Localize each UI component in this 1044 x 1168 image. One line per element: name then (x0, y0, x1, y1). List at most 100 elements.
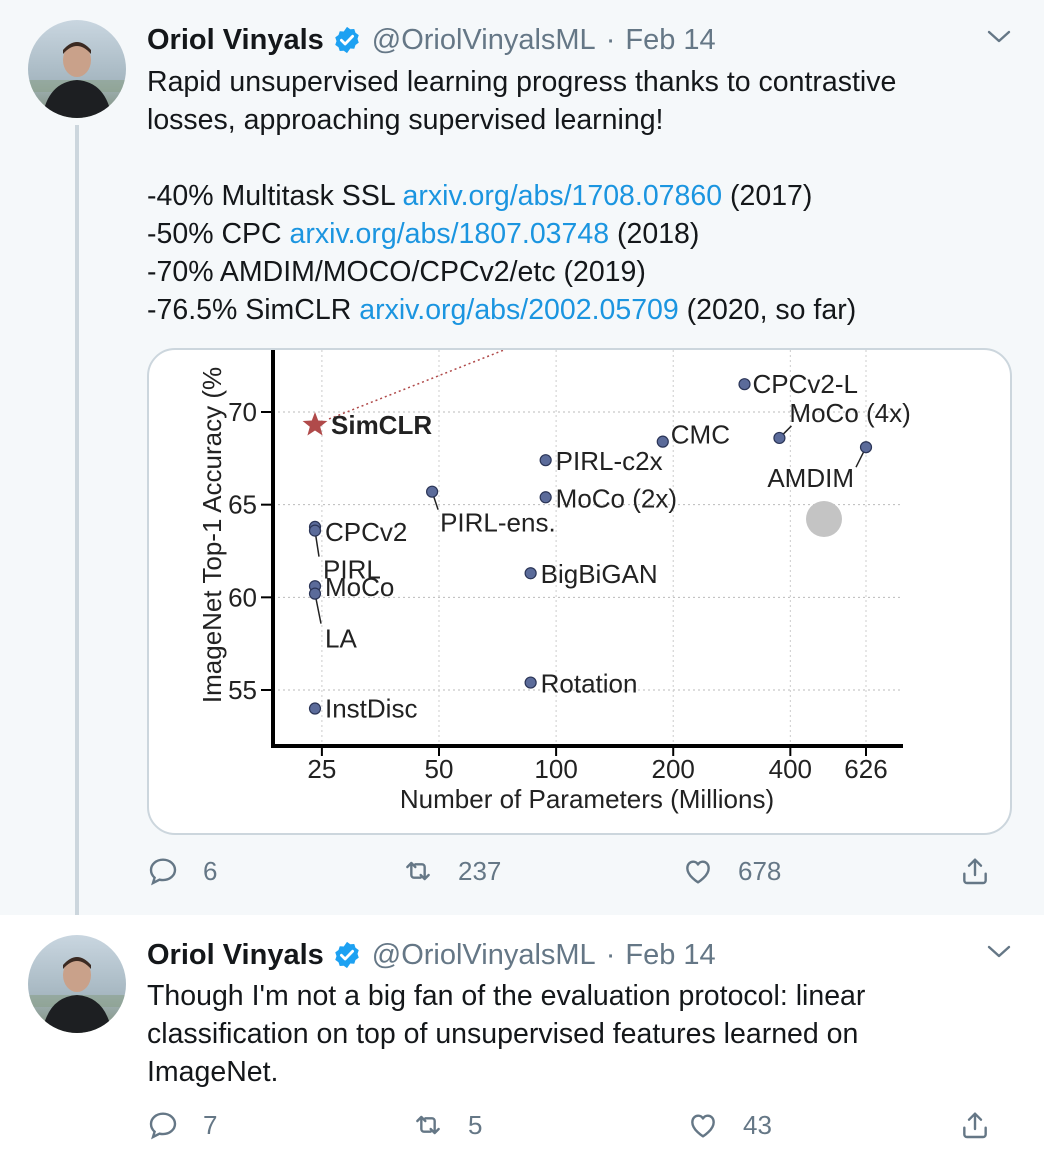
avatar[interactable] (28, 935, 126, 1033)
like-count: 678 (738, 855, 782, 886)
data-point (539, 454, 552, 467)
data-point (738, 378, 751, 391)
tweet-line: -76.5% SimCLR arxiv.org/abs/2002.05709 (… (147, 294, 857, 326)
separator: · (605, 938, 616, 971)
data-point-star (302, 412, 328, 436)
retweet-count: 5 (468, 1109, 483, 1140)
author-handle[interactable]: @OriolVinyalsML (372, 24, 596, 57)
share-button[interactable] (959, 1109, 991, 1141)
data-point (308, 524, 322, 537)
y-tick-label: 65 (228, 490, 257, 520)
x-tick-label: 100 (534, 754, 577, 784)
data-point (524, 567, 537, 580)
data-point (426, 485, 439, 498)
data-label: PIRL-ens. (440, 508, 556, 538)
tweet-line: -70% AMDIM/MOCO/CPCv2/etc (2019) (147, 256, 646, 288)
tweet-date[interactable]: Feb 14 (625, 24, 715, 57)
paper-link[interactable]: arxiv.org/abs/2002.05709 (359, 294, 679, 326)
tweet-actions: 6 237 678 (147, 855, 1007, 895)
data-label: Rotation (541, 669, 638, 699)
heart-icon (686, 860, 710, 884)
x-tick-label: 400 (769, 754, 812, 784)
data-point (308, 587, 322, 600)
data-label: MoCo (325, 572, 394, 602)
tweet-header: Oriol Vinyals @OriolVinyalsML · Feb 14 (147, 22, 716, 58)
x-axis-label: Number of Parameters (Millions) (400, 784, 774, 814)
retweet-count: 237 (458, 855, 502, 886)
reply-count: 6 (203, 855, 218, 886)
data-point (656, 435, 669, 448)
data-label: SimCLR (331, 410, 432, 440)
data-point (308, 702, 322, 715)
tweet-line: losses, approaching supervised learning! (147, 104, 664, 136)
scatter-chart: 55 60 65 70 25 50 100 200 400 626 Number of Parame… (197, 350, 911, 814)
reply-icon (149, 1112, 177, 1140)
data-point (859, 441, 873, 454)
tweet-line: -50% CPC arxiv.org/abs/1807.03748 (2018) (147, 218, 700, 250)
tweet-line (147, 139, 1004, 177)
avatar[interactable] (28, 20, 126, 118)
data-label: LA (325, 624, 357, 654)
tweet-line: Rapid unsupervised learning progress tha… (147, 66, 897, 98)
y-tick-label: 70 (228, 397, 257, 427)
x-tick-label: 626 (844, 754, 887, 784)
trend-line (328, 350, 506, 420)
data-label: CMC (671, 420, 730, 450)
author-name[interactable]: Oriol Vinyals (147, 939, 324, 972)
like-count: 43 (743, 1109, 772, 1140)
data-label: PIRL-c2x (556, 446, 663, 476)
data-label: CPCv2 (325, 517, 407, 547)
verified-badge-icon (335, 26, 359, 54)
data-label: BigBiGAN (541, 559, 658, 589)
chevron-down-icon[interactable] (984, 26, 1014, 48)
share-icon (963, 1112, 987, 1139)
like-button[interactable]: 678 (682, 855, 781, 887)
data-point (539, 491, 552, 504)
retweet-icon (406, 861, 430, 881)
x-tick-label: 200 (652, 754, 695, 784)
heart-icon (691, 1114, 715, 1138)
chevron-down-icon[interactable] (984, 941, 1014, 963)
data-label: AMDIM (767, 463, 854, 493)
x-tick-label: 50 (425, 754, 454, 784)
verified-badge-icon (335, 941, 359, 969)
y-axis-label: ImageNet Top-1 Accuracy (% (197, 367, 227, 703)
y-tick-label: 60 (228, 582, 257, 612)
tweet-line: ImageNet. (147, 1056, 279, 1088)
tweet-text: Rapid unsupervised learning progress tha… (147, 63, 1004, 329)
separator: · (605, 23, 616, 56)
tweet[interactable]: Oriol Vinyals @OriolVinyalsML · Feb 14 T… (0, 915, 1044, 1168)
data-point (773, 431, 786, 445)
share-icon (963, 858, 987, 885)
reply-icon (149, 858, 177, 886)
reply-button[interactable]: 6 (147, 855, 217, 887)
data-label: MoCo (2x) (556, 483, 677, 513)
tweet-line: -40% Multitask SSL arxiv.org/abs/1708.07… (147, 180, 813, 212)
attached-image[interactable]: 55 60 65 70 25 50 100 200 400 626 Number of Parame… (147, 348, 1012, 835)
retweet-button[interactable]: 5 (412, 1109, 482, 1141)
author-handle[interactable]: @OriolVinyalsML (372, 939, 596, 972)
retweet-button[interactable]: 237 (402, 855, 501, 887)
tweet-line: classification on top of unsupervised fe… (147, 1018, 859, 1050)
retweet-icon (416, 1115, 440, 1135)
paper-link[interactable]: arxiv.org/abs/1807.03748 (290, 218, 610, 250)
tweet-actions: 7 5 43 (147, 1109, 1007, 1149)
tweet-line: Though I'm not a big fan of the evaluati… (147, 980, 866, 1012)
y-tick-label: 55 (228, 675, 257, 705)
data-point (524, 676, 537, 689)
data-label: MoCo (4x) (789, 398, 910, 428)
tweet-header: Oriol Vinyals @OriolVinyalsML · Feb 14 (147, 937, 716, 973)
tweet-text: Though I'm not a big fan of the evaluati… (147, 977, 1004, 1091)
share-button[interactable] (959, 855, 991, 887)
author-name[interactable]: Oriol Vinyals (147, 24, 324, 57)
paper-link[interactable]: arxiv.org/abs/1708.07860 (403, 180, 723, 212)
thread-line (75, 125, 79, 925)
like-button[interactable]: 43 (687, 1109, 772, 1141)
reply-button[interactable]: 7 (147, 1109, 217, 1141)
data-label: InstDisc (325, 694, 417, 724)
tweet[interactable]: Oriol Vinyals @OriolVinyalsML · Feb 14 R… (0, 0, 1044, 925)
reply-count: 7 (203, 1109, 218, 1140)
x-tick-label: 25 (307, 754, 336, 784)
tweet-date[interactable]: Feb 14 (625, 939, 715, 972)
data-label: CPCv2-L (753, 369, 858, 399)
